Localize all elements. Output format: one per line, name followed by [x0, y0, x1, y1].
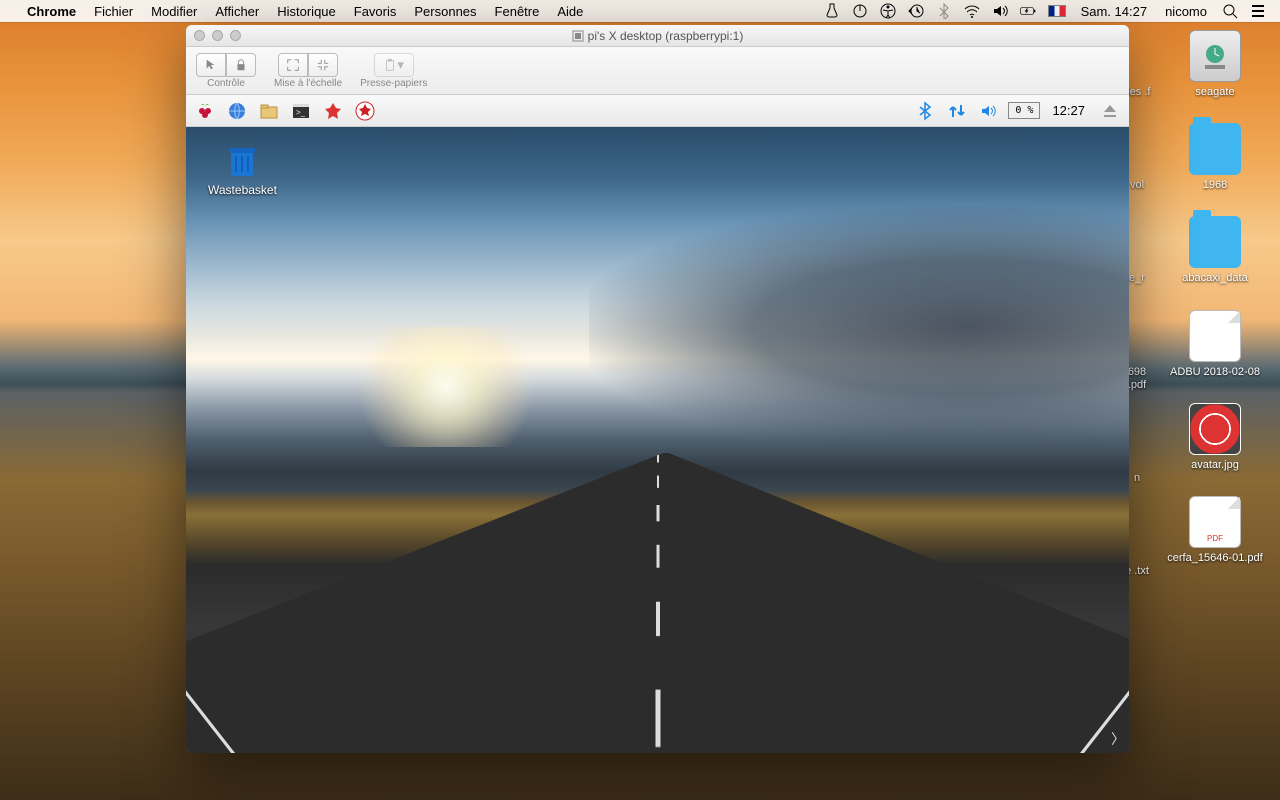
vnc-titlebar[interactable]: pi's X desktop (raspberrypi:1) [186, 25, 1129, 47]
menuextra-input-flag[interactable] [1048, 5, 1066, 17]
menuextra-volume-icon[interactable] [992, 3, 1008, 19]
menuextra-battery-icon[interactable] [1020, 3, 1036, 19]
pi-wallpaper[interactable]: Wastebasket 〉 [186, 127, 1129, 753]
toolbar-fit-button[interactable] [308, 53, 338, 77]
traffic-close-icon[interactable] [194, 30, 205, 41]
folder-icon [1189, 216, 1241, 268]
menuextra-accessibility-icon[interactable] [880, 3, 896, 19]
vnc-title-icon [572, 30, 584, 42]
notification-center-icon[interactable] [1250, 3, 1266, 19]
pi-panel-arrow-icon[interactable]: 〉 [1111, 729, 1125, 749]
wallpaper-clouds [589, 207, 1129, 447]
traffic-minimize-icon[interactable] [212, 30, 223, 41]
mac-desktop: Chrome Fichier Modifier Afficher Histori… [0, 0, 1280, 800]
pi-bluetooth-icon[interactable] [912, 98, 938, 124]
document-icon: PDF [1189, 496, 1241, 548]
svg-text:>_: >_ [296, 108, 306, 117]
toolbar-group-controle: Contrôle [196, 53, 256, 89]
toolbar-group-presse: ▾ Presse-papiers [360, 53, 427, 89]
menu-favoris[interactable]: Favoris [345, 4, 406, 19]
toolbar-lock-button[interactable] [226, 53, 256, 77]
pi-wastebasket-label: Wastebasket [208, 183, 277, 197]
desktop-icon-label: abacaxi_data [1182, 272, 1247, 285]
toolbar-label: Contrôle [207, 78, 245, 89]
pi-clock[interactable]: 12:27 [1046, 103, 1091, 118]
pi-filemanager-icon[interactable] [256, 98, 282, 124]
menuextra-bluetooth-icon[interactable] [936, 3, 952, 19]
desktop-icon-adbu[interactable]: ADBU 2018-02-08 [1160, 310, 1270, 379]
desktop-icon-seagate[interactable]: seagate [1160, 30, 1270, 99]
desktop-icon-cerfa[interactable]: PDF cerfa_15646-01.pdf [1160, 496, 1270, 565]
trash-icon [221, 139, 263, 181]
menu-fenetre[interactable]: Fenêtre [486, 4, 549, 19]
menuextra-wifi-icon[interactable] [964, 3, 980, 19]
desktop-icons-column: seagate 1968 abacaxi_data ADBU 2018-02-0… [1160, 30, 1270, 565]
drive-icon [1189, 30, 1241, 82]
vnc-window: pi's X desktop (raspberrypi:1) Contrôle … [186, 25, 1129, 753]
pi-mathematica-icon[interactable] [320, 98, 346, 124]
pi-eject-icon[interactable] [1097, 98, 1123, 124]
toolbar-clipboard-button[interactable]: ▾ [374, 53, 414, 77]
window-traffic-lights[interactable] [194, 30, 241, 41]
menubar-clock[interactable]: Sam. 14:27 [1072, 4, 1157, 19]
wallpaper-sun [336, 327, 556, 447]
folder-icon [1189, 123, 1241, 175]
toolbar-group-echelle: Mise à l'échelle [274, 53, 342, 89]
pi-terminal-icon[interactable]: >_ [288, 98, 314, 124]
document-icon [1189, 310, 1241, 362]
desktop-icon-label: seagate [1195, 86, 1234, 99]
pi-wastebasket[interactable]: Wastebasket [208, 139, 277, 197]
mac-menubar: Chrome Fichier Modifier Afficher Histori… [0, 0, 1280, 22]
pi-panel: >_ 0 % 12:27 [186, 95, 1129, 127]
toolbar-label: Presse-papiers [360, 78, 427, 89]
menu-fichier[interactable]: Fichier [85, 4, 142, 19]
menubar-app[interactable]: Chrome [18, 4, 85, 19]
desktop-icon-avatar[interactable]: avatar.jpg [1160, 403, 1270, 472]
desktop-icon-label: 1968 [1203, 179, 1227, 192]
pi-battery-indicator[interactable]: 0 % [1008, 102, 1040, 119]
toolbar-label: Mise à l'échelle [274, 78, 342, 89]
pi-network-icon[interactable] [944, 98, 970, 124]
desktop-icon-label: ADBU 2018-02-08 [1170, 366, 1260, 379]
menuextra-power-icon[interactable] [852, 3, 868, 19]
desktop-icon-label: avatar.jpg [1191, 459, 1239, 472]
menu-historique[interactable]: Historique [268, 4, 345, 19]
desktop-icon-label: cerfa_15646-01.pdf [1167, 552, 1262, 565]
menubar-user[interactable]: nicomo [1156, 4, 1216, 19]
menu-modifier[interactable]: Modifier [142, 4, 206, 19]
pi-desktop: >_ 0 % 12:27 [186, 95, 1129, 753]
traffic-zoom-icon[interactable] [230, 30, 241, 41]
image-icon [1189, 403, 1241, 455]
spotlight-icon[interactable] [1222, 3, 1238, 19]
desktop-icon-abacaxi[interactable]: abacaxi_data [1160, 216, 1270, 285]
menuextra-timemachine-icon[interactable] [908, 3, 924, 19]
vnc-toolbar: Contrôle Mise à l'échelle ▾ Presse-papie… [186, 47, 1129, 95]
vnc-window-title: pi's X desktop (raspberrypi:1) [588, 29, 744, 43]
desktop-icon-1968[interactable]: 1968 [1160, 123, 1270, 192]
menu-personnes[interactable]: Personnes [405, 4, 485, 19]
pi-browser-icon[interactable] [224, 98, 250, 124]
pi-wolfram-icon[interactable] [352, 98, 378, 124]
pi-volume-icon[interactable] [976, 98, 1002, 124]
menuextra-beaker-icon[interactable] [824, 3, 840, 19]
toolbar-cursor-button[interactable] [196, 53, 226, 77]
menu-afficher[interactable]: Afficher [206, 4, 268, 19]
menu-aide[interactable]: Aide [548, 4, 592, 19]
toolbar-fullscreen-button[interactable] [278, 53, 308, 77]
pi-menu-raspberry-icon[interactable] [192, 98, 218, 124]
